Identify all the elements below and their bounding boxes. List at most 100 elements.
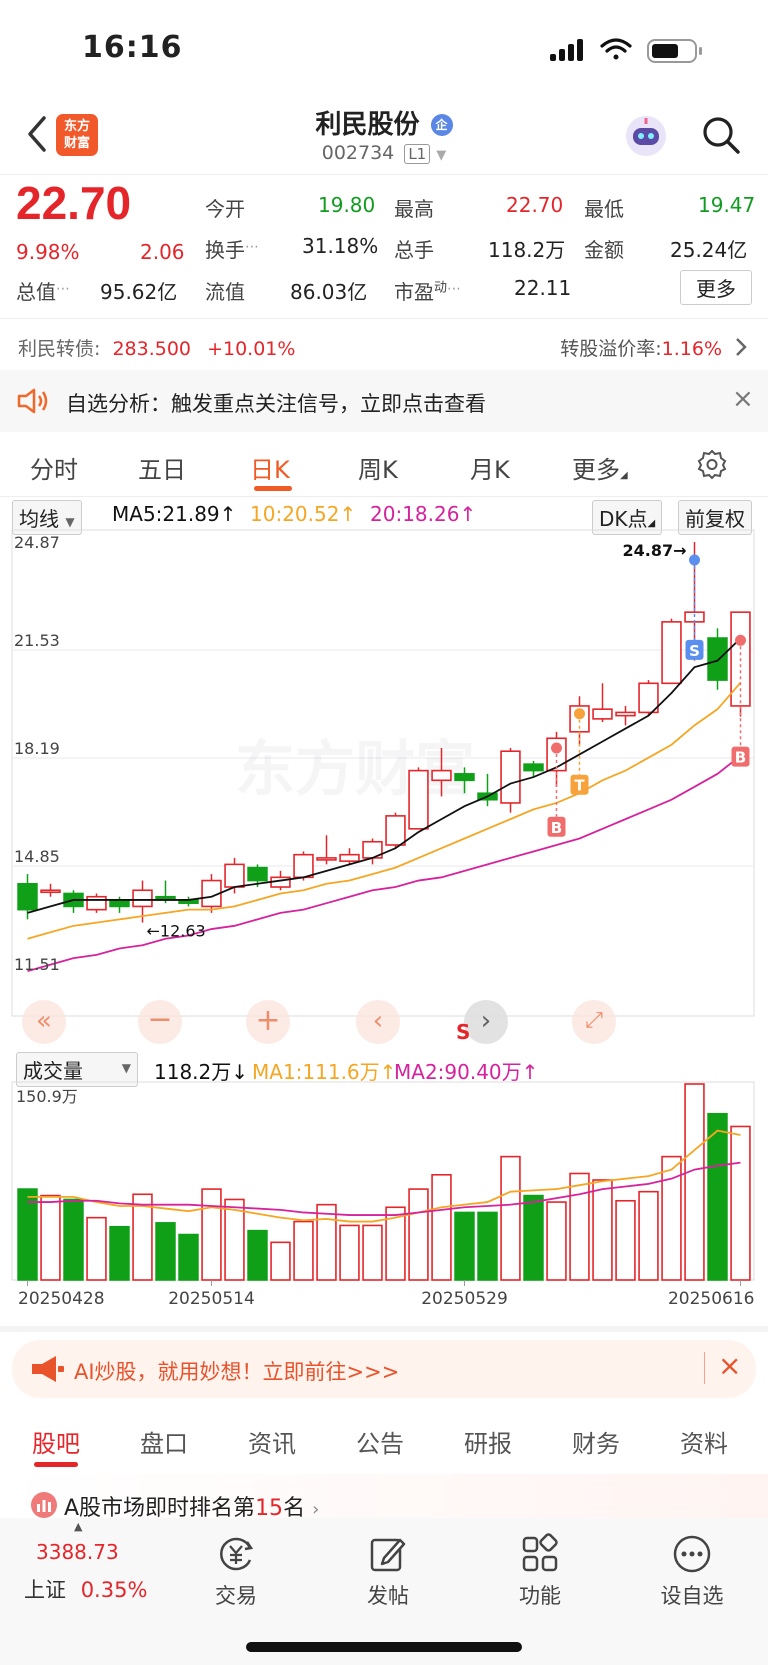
candle-body <box>224 863 245 888</box>
tab-order-book[interactable]: 盘口 <box>140 1424 188 1459</box>
analysis-banner[interactable]: 自选分析：触发重点关注信号，立即点击查看 × <box>0 370 768 432</box>
tab-news[interactable]: 资讯 <box>248 1424 296 1459</box>
volume-bar <box>362 1224 383 1281</box>
home-indicator[interactable] <box>246 1642 522 1652</box>
volume-max-label: 150.9万 <box>16 1087 78 1106</box>
volume-bar <box>730 1125 751 1281</box>
y-tick-label: 14.85 <box>14 847 60 866</box>
candle-body <box>86 895 107 911</box>
tab-monthly-k[interactable]: 月K <box>470 450 510 485</box>
close-icon[interactable]: × <box>718 1349 741 1382</box>
chevron-right-icon <box>736 338 747 356</box>
volume-bar <box>615 1199 636 1281</box>
tab-profile[interactable]: 资料 <box>680 1424 728 1459</box>
candle-body <box>339 853 360 862</box>
nav-functions-label[interactable]: 功能 <box>490 1580 590 1610</box>
candle-body <box>707 637 728 681</box>
low-label: 最低 <box>584 197 624 221</box>
kline-chart[interactable]: 东方财富 BTSB 24.8721.5318.1914.8511.51 24.8… <box>0 528 768 1048</box>
volume-bar <box>408 1188 429 1281</box>
zoom-in-icon[interactable]: + <box>246 1000 290 1044</box>
bond-label: 利民转债: <box>18 338 101 360</box>
tab-weekly-k[interactable]: 周K <box>358 450 398 485</box>
more-button[interactable]: 更多 <box>680 270 752 305</box>
candle-body <box>615 711 636 717</box>
mktcap-label[interactable]: 总值⋯ <box>16 276 70 305</box>
compose-icon[interactable] <box>366 1532 410 1576</box>
section-divider <box>0 1326 768 1332</box>
candle-body <box>132 889 153 908</box>
premium-label: 转股溢价率: <box>560 338 662 360</box>
status-time: 16:16 <box>82 30 183 65</box>
candle-body <box>661 621 682 685</box>
y-tick-label: 21.53 <box>14 631 60 650</box>
candle-body <box>431 769 452 782</box>
gear-icon[interactable] <box>696 448 728 480</box>
bond-price: 283.500 <box>112 338 192 360</box>
volume-chart[interactable]: 150.9万 20250428 20250514 20250529 20250616 <box>0 1080 768 1320</box>
nav-watchlist-label[interactable]: 设自选 <box>642 1580 742 1610</box>
tab-research[interactable]: 研报 <box>464 1424 512 1459</box>
candle-body <box>385 815 406 846</box>
high-annotation: 24.87→ <box>622 541 686 560</box>
bond-change: +10.01% <box>207 338 296 360</box>
zoom-out-icon[interactable]: − <box>138 1000 182 1044</box>
robot-assistant-icon[interactable] <box>622 112 670 160</box>
enterprise-tag: 企 <box>430 114 453 136</box>
volume-bar <box>178 1233 199 1281</box>
high-value: 22.70 <box>506 193 564 217</box>
candle-body <box>247 866 268 882</box>
low-annotation: ←12.63 <box>147 922 206 941</box>
open-label: 今开 <box>205 197 245 221</box>
tab-intraday[interactable]: 分时 <box>30 450 78 485</box>
tab-announcements[interactable]: 公告 <box>356 1424 404 1459</box>
candle <box>661 618 682 685</box>
convertible-bond-row[interactable]: 利民转债: 283.500 +10.01% <box>18 334 295 361</box>
nav-trade-label[interactable]: 交易 <box>186 1580 286 1610</box>
scroll-left-icon[interactable]: « <box>22 1000 66 1044</box>
volume-bar <box>339 1224 360 1281</box>
candle-body <box>109 899 130 908</box>
candle <box>615 705 636 726</box>
tab-more[interactable]: 更多◢ <box>572 450 628 485</box>
candle <box>86 893 107 913</box>
divider <box>0 496 768 497</box>
tab-guba[interactable]: 股吧 <box>32 1424 80 1459</box>
prev-icon[interactable]: ‹ <box>356 1000 400 1044</box>
candle-body <box>40 889 61 894</box>
apps-icon[interactable] <box>518 1532 562 1576</box>
candle-body <box>17 882 38 911</box>
volume-bar <box>247 1229 268 1281</box>
ma10-legend: 10:20.52↑ <box>250 502 356 526</box>
x-date-label: 20250428 <box>18 1289 105 1309</box>
volume-bar <box>477 1211 498 1281</box>
x-date-label: 20250514 <box>168 1289 255 1309</box>
tab-finance[interactable]: 财务 <box>572 1424 620 1459</box>
premium-rate[interactable]: 转股溢价率:1.16% <box>560 334 722 361</box>
trade-icon[interactable] <box>214 1532 258 1576</box>
volume-bar <box>592 1179 613 1281</box>
index-row[interactable]: 上证 0.35% <box>24 1574 147 1604</box>
fullscreen-icon[interactable]: ⤢ <box>572 1000 616 1044</box>
next-icon[interactable]: › <box>464 1000 508 1044</box>
info-icon: ⋯ <box>56 281 70 297</box>
info-icon: ⋯ <box>245 239 259 255</box>
index-value[interactable]: 3388.73 <box>36 1540 119 1564</box>
nav-post-label[interactable]: 发帖 <box>338 1580 438 1610</box>
tab-five-day[interactable]: 五日 <box>138 450 186 485</box>
wifi-icon <box>600 38 632 60</box>
ranking-row[interactable]: A股市场即时排名第15名 › <box>0 1474 768 1521</box>
more-dots-icon[interactable] <box>670 1532 714 1576</box>
search-icon[interactable] <box>700 114 742 156</box>
candle <box>316 835 337 865</box>
y-tick-label: 11.51 <box>14 955 60 974</box>
speaker-icon <box>17 388 48 414</box>
index-name: 上证 <box>24 1578 66 1602</box>
candle-body <box>316 857 337 861</box>
dropdown-icon: ◢ <box>620 470 628 481</box>
pe-label[interactable]: 市盈动⋯ <box>394 276 461 305</box>
tab-daily-k[interactable]: 日K <box>250 450 290 485</box>
close-icon[interactable]: × <box>732 384 754 414</box>
turnover-label[interactable]: 换手⋯ <box>205 234 259 263</box>
ai-banner[interactable]: AI炒股，就用妙想！立即前往>>> × <box>12 1340 756 1398</box>
